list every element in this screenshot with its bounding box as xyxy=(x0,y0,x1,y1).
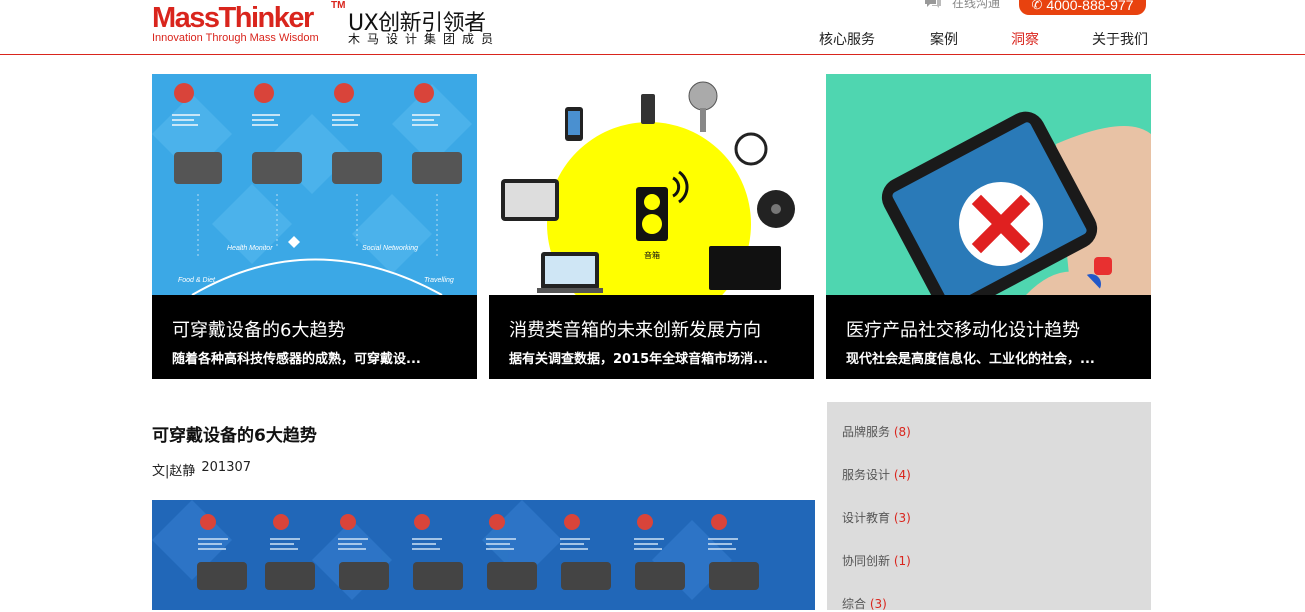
nav-core-services[interactable]: 核心服务 xyxy=(819,29,875,49)
category-label: 协同创新 xyxy=(842,554,891,568)
chat-label: 在线沟通 xyxy=(952,0,1001,10)
site-header: MassThinker TM Innovation Through Mass W… xyxy=(0,0,1305,55)
nav-about-us[interactable]: 关于我们 xyxy=(1092,29,1148,49)
card-title[interactable]: 可穿戴设备的6大趋势 xyxy=(172,316,345,342)
card-image-speakers: 音箱 xyxy=(489,74,814,295)
category-co-innovation[interactable]: 协同创新 (1) xyxy=(842,552,911,569)
category-label: 设计教育 xyxy=(842,511,891,525)
feature-card-speakers[interactable]: 音箱 消费类音箱的未来创新发展方向 据有关调查数据，2015年全球音箱市场消..… xyxy=(489,74,814,379)
article-hero-image xyxy=(152,500,815,610)
card-image-medical xyxy=(826,74,1151,295)
category-design-education[interactable]: 设计教育 (3) xyxy=(842,509,911,526)
feature-card-wearables[interactable]: Health Monitor Social Networking Food & … xyxy=(152,74,477,379)
article-author: 文|赵静 xyxy=(152,464,196,479)
logo-trademark: TM xyxy=(331,0,346,11)
chat-bubble-icon xyxy=(924,0,942,9)
nav-insights[interactable]: 洞察 xyxy=(1011,29,1039,49)
category-label: 品牌服务 xyxy=(842,425,891,439)
category-count: (4) xyxy=(893,468,911,482)
category-label: 服务设计 xyxy=(842,468,891,482)
category-count: (3) xyxy=(869,597,887,611)
category-label: 综合 xyxy=(842,597,867,611)
category-sidebar: 品牌服务 (8) 服务设计 (4) 设计教育 (3) 协同创新 (1) 综合 (… xyxy=(827,402,1151,612)
label-speaker: 音箱 xyxy=(644,250,660,260)
card-description: 据有关调查数据，2015年全球音箱市场消... xyxy=(509,352,768,367)
article-title: 可穿戴设备的6大趋势 xyxy=(152,426,317,446)
feature-card-medical-social[interactable]: 医疗产品社交移动化设计趋势 现代社会是高度信息化、工业化的社会，... xyxy=(826,74,1151,379)
label-food-diet: Food & Diet xyxy=(178,277,216,284)
online-chat-link[interactable]: 在线沟通 xyxy=(924,0,1000,12)
main-nav: 核心服务 案例 洞察 关于我们 xyxy=(0,29,1305,51)
phone-badge[interactable]: ✆ 4000-888-977 xyxy=(1019,0,1146,15)
card-description: 现代社会是高度信息化、工业化的社会，... xyxy=(846,352,1095,367)
category-service-design[interactable]: 服务设计 (4) xyxy=(842,466,911,483)
card-image-wearables: Health Monitor Social Networking Food & … xyxy=(152,74,477,295)
label-social-networking: Social Networking xyxy=(362,245,418,252)
article-meta: 文|赵静 201307 xyxy=(152,460,251,479)
nav-cases[interactable]: 案例 xyxy=(930,29,958,49)
card-title[interactable]: 医疗产品社交移动化设计趋势 xyxy=(846,316,1080,342)
category-count: (8) xyxy=(893,425,911,439)
category-general[interactable]: 综合 (3) xyxy=(842,595,887,612)
label-health-monitor: Health Monitor xyxy=(227,245,273,252)
card-title[interactable]: 消费类音箱的未来创新发展方向 xyxy=(509,316,761,342)
card-description: 随着各种高科技传感器的成熟，可穿戴设... xyxy=(172,352,421,367)
phone-number: 4000-888-977 xyxy=(1046,0,1134,13)
category-brand-service[interactable]: 品牌服务 (8) xyxy=(842,423,911,440)
article-date: 201307 xyxy=(201,460,252,475)
label-travelling: Travelling xyxy=(424,277,454,284)
phone-icon: ✆ xyxy=(1031,0,1043,12)
category-count: (1) xyxy=(893,554,911,568)
category-count: (3) xyxy=(893,511,911,525)
